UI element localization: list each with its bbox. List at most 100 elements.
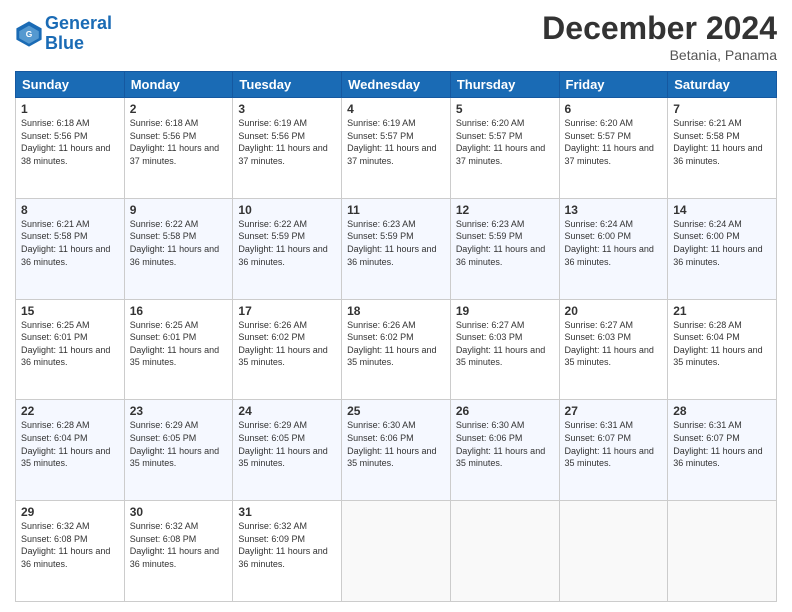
day-number: 4 xyxy=(347,102,445,116)
title-area: December 2024 Betania, Panama xyxy=(542,10,777,63)
calendar-cell: 31 Sunrise: 6:32 AM Sunset: 6:09 PM Dayl… xyxy=(233,501,342,602)
calendar-cell xyxy=(342,501,451,602)
day-info: Sunrise: 6:27 AM Sunset: 6:03 PM Dayligh… xyxy=(456,319,554,369)
header: G General Blue December 2024 Betania, Pa… xyxy=(15,10,777,63)
day-number: 7 xyxy=(673,102,771,116)
calendar-header: Sunday Monday Tuesday Wednesday Thursday… xyxy=(16,72,777,98)
calendar-cell: 18 Sunrise: 6:26 AM Sunset: 6:02 PM Dayl… xyxy=(342,299,451,400)
calendar-cell: 16 Sunrise: 6:25 AM Sunset: 6:01 PM Dayl… xyxy=(124,299,233,400)
header-row: Sunday Monday Tuesday Wednesday Thursday… xyxy=(16,72,777,98)
col-monday: Monday xyxy=(124,72,233,98)
day-number: 27 xyxy=(565,404,663,418)
day-number: 6 xyxy=(565,102,663,116)
week-row-4: 22 Sunrise: 6:28 AM Sunset: 6:04 PM Dayl… xyxy=(16,400,777,501)
day-number: 23 xyxy=(130,404,228,418)
calendar-cell: 30 Sunrise: 6:32 AM Sunset: 6:08 PM Dayl… xyxy=(124,501,233,602)
calendar-cell: 12 Sunrise: 6:23 AM Sunset: 5:59 PM Dayl… xyxy=(450,198,559,299)
week-row-5: 29 Sunrise: 6:32 AM Sunset: 6:08 PM Dayl… xyxy=(16,501,777,602)
day-number: 21 xyxy=(673,304,771,318)
calendar-cell: 11 Sunrise: 6:23 AM Sunset: 5:59 PM Dayl… xyxy=(342,198,451,299)
calendar-cell: 22 Sunrise: 6:28 AM Sunset: 6:04 PM Dayl… xyxy=(16,400,125,501)
calendar-cell: 15 Sunrise: 6:25 AM Sunset: 6:01 PM Dayl… xyxy=(16,299,125,400)
svg-text:G: G xyxy=(26,29,33,39)
col-saturday: Saturday xyxy=(668,72,777,98)
calendar-cell: 25 Sunrise: 6:30 AM Sunset: 6:06 PM Dayl… xyxy=(342,400,451,501)
day-info: Sunrise: 6:31 AM Sunset: 6:07 PM Dayligh… xyxy=(673,419,771,469)
calendar-cell: 4 Sunrise: 6:19 AM Sunset: 5:57 PM Dayli… xyxy=(342,98,451,199)
day-info: Sunrise: 6:32 AM Sunset: 6:08 PM Dayligh… xyxy=(130,520,228,570)
calendar-cell: 14 Sunrise: 6:24 AM Sunset: 6:00 PM Dayl… xyxy=(668,198,777,299)
calendar-cell: 21 Sunrise: 6:28 AM Sunset: 6:04 PM Dayl… xyxy=(668,299,777,400)
calendar-cell: 26 Sunrise: 6:30 AM Sunset: 6:06 PM Dayl… xyxy=(450,400,559,501)
calendar-cell xyxy=(668,501,777,602)
calendar-cell: 6 Sunrise: 6:20 AM Sunset: 5:57 PM Dayli… xyxy=(559,98,668,199)
day-info: Sunrise: 6:31 AM Sunset: 6:07 PM Dayligh… xyxy=(565,419,663,469)
calendar-cell: 24 Sunrise: 6:29 AM Sunset: 6:05 PM Dayl… xyxy=(233,400,342,501)
col-wednesday: Wednesday xyxy=(342,72,451,98)
day-info: Sunrise: 6:22 AM Sunset: 5:59 PM Dayligh… xyxy=(238,218,336,268)
day-info: Sunrise: 6:21 AM Sunset: 5:58 PM Dayligh… xyxy=(673,117,771,167)
calendar-cell: 23 Sunrise: 6:29 AM Sunset: 6:05 PM Dayl… xyxy=(124,400,233,501)
day-number: 10 xyxy=(238,203,336,217)
calendar-cell: 8 Sunrise: 6:21 AM Sunset: 5:58 PM Dayli… xyxy=(16,198,125,299)
day-number: 18 xyxy=(347,304,445,318)
calendar-cell: 29 Sunrise: 6:32 AM Sunset: 6:08 PM Dayl… xyxy=(16,501,125,602)
day-number: 30 xyxy=(130,505,228,519)
day-info: Sunrise: 6:29 AM Sunset: 6:05 PM Dayligh… xyxy=(130,419,228,469)
day-info: Sunrise: 6:21 AM Sunset: 5:58 PM Dayligh… xyxy=(21,218,119,268)
calendar-cell: 5 Sunrise: 6:20 AM Sunset: 5:57 PM Dayli… xyxy=(450,98,559,199)
calendar-cell: 3 Sunrise: 6:19 AM Sunset: 5:56 PM Dayli… xyxy=(233,98,342,199)
day-info: Sunrise: 6:30 AM Sunset: 6:06 PM Dayligh… xyxy=(347,419,445,469)
calendar-cell xyxy=(450,501,559,602)
calendar-cell: 20 Sunrise: 6:27 AM Sunset: 6:03 PM Dayl… xyxy=(559,299,668,400)
calendar-cell: 1 Sunrise: 6:18 AM Sunset: 5:56 PM Dayli… xyxy=(16,98,125,199)
day-info: Sunrise: 6:25 AM Sunset: 6:01 PM Dayligh… xyxy=(21,319,119,369)
day-info: Sunrise: 6:20 AM Sunset: 5:57 PM Dayligh… xyxy=(456,117,554,167)
day-number: 12 xyxy=(456,203,554,217)
day-info: Sunrise: 6:29 AM Sunset: 6:05 PM Dayligh… xyxy=(238,419,336,469)
day-info: Sunrise: 6:19 AM Sunset: 5:57 PM Dayligh… xyxy=(347,117,445,167)
day-number: 11 xyxy=(347,203,445,217)
month-title: December 2024 xyxy=(542,10,777,47)
day-number: 17 xyxy=(238,304,336,318)
calendar-body: 1 Sunrise: 6:18 AM Sunset: 5:56 PM Dayli… xyxy=(16,98,777,602)
col-friday: Friday xyxy=(559,72,668,98)
day-info: Sunrise: 6:23 AM Sunset: 5:59 PM Dayligh… xyxy=(456,218,554,268)
day-number: 26 xyxy=(456,404,554,418)
day-info: Sunrise: 6:28 AM Sunset: 6:04 PM Dayligh… xyxy=(21,419,119,469)
day-number: 29 xyxy=(21,505,119,519)
day-number: 13 xyxy=(565,203,663,217)
day-number: 25 xyxy=(347,404,445,418)
calendar: Sunday Monday Tuesday Wednesday Thursday… xyxy=(15,71,777,602)
day-info: Sunrise: 6:28 AM Sunset: 6:04 PM Dayligh… xyxy=(673,319,771,369)
day-info: Sunrise: 6:18 AM Sunset: 5:56 PM Dayligh… xyxy=(130,117,228,167)
day-number: 1 xyxy=(21,102,119,116)
logo-icon: G xyxy=(15,20,43,48)
week-row-1: 1 Sunrise: 6:18 AM Sunset: 5:56 PM Dayli… xyxy=(16,98,777,199)
day-info: Sunrise: 6:18 AM Sunset: 5:56 PM Dayligh… xyxy=(21,117,119,167)
logo-line1: General xyxy=(45,13,112,33)
logo: G General Blue xyxy=(15,14,112,54)
day-number: 14 xyxy=(673,203,771,217)
day-info: Sunrise: 6:23 AM Sunset: 5:59 PM Dayligh… xyxy=(347,218,445,268)
calendar-cell: 27 Sunrise: 6:31 AM Sunset: 6:07 PM Dayl… xyxy=(559,400,668,501)
week-row-3: 15 Sunrise: 6:25 AM Sunset: 6:01 PM Dayl… xyxy=(16,299,777,400)
location: Betania, Panama xyxy=(542,47,777,63)
day-number: 20 xyxy=(565,304,663,318)
day-number: 19 xyxy=(456,304,554,318)
calendar-cell: 2 Sunrise: 6:18 AM Sunset: 5:56 PM Dayli… xyxy=(124,98,233,199)
calendar-cell: 19 Sunrise: 6:27 AM Sunset: 6:03 PM Dayl… xyxy=(450,299,559,400)
day-info: Sunrise: 6:32 AM Sunset: 6:08 PM Dayligh… xyxy=(21,520,119,570)
day-number: 3 xyxy=(238,102,336,116)
day-number: 2 xyxy=(130,102,228,116)
day-info: Sunrise: 6:27 AM Sunset: 6:03 PM Dayligh… xyxy=(565,319,663,369)
day-number: 8 xyxy=(21,203,119,217)
day-number: 24 xyxy=(238,404,336,418)
logo-text: General Blue xyxy=(45,14,112,54)
day-info: Sunrise: 6:26 AM Sunset: 6:02 PM Dayligh… xyxy=(238,319,336,369)
day-number: 31 xyxy=(238,505,336,519)
day-info: Sunrise: 6:25 AM Sunset: 6:01 PM Dayligh… xyxy=(130,319,228,369)
day-number: 15 xyxy=(21,304,119,318)
day-info: Sunrise: 6:26 AM Sunset: 6:02 PM Dayligh… xyxy=(347,319,445,369)
calendar-cell: 9 Sunrise: 6:22 AM Sunset: 5:58 PM Dayli… xyxy=(124,198,233,299)
